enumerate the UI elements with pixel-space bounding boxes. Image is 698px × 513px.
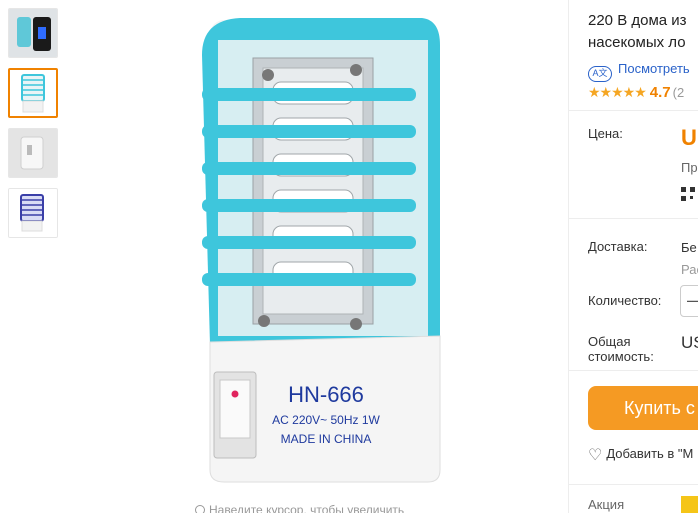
add-to-wishlist-link[interactable]: ♡ Добавить в "М: [588, 445, 693, 465]
product-title: 220 В дома из насекомых ло: [588, 12, 687, 51]
total-label: Общая стоимость:: [588, 334, 654, 364]
thumb-image-1: [9, 9, 57, 57]
thumb-image-4: [9, 189, 57, 237]
review-count: (2: [672, 85, 685, 100]
buy-now-button[interactable]: Купить с: [588, 386, 698, 430]
star-rating-icon: ★★★★★: [588, 84, 647, 100]
rating-row[interactable]: ★★★★★ 4.7 (2: [588, 84, 684, 101]
divider: [568, 484, 698, 485]
divider: [568, 370, 698, 371]
divider: [568, 110, 698, 111]
main-product-image[interactable]: HN-666 AC 220V~ 50Hz 1W MADE IN CHINA: [110, 0, 550, 500]
qr-code-icon[interactable]: [681, 187, 695, 201]
column-divider: [568, 0, 569, 513]
translate-icon: A文: [588, 66, 612, 82]
thumbnail-2[interactable]: [8, 68, 58, 118]
translate-link[interactable]: A文 Посмотреть: [588, 61, 690, 82]
device-spec: AC 220V~ 50Hz 1W: [272, 413, 380, 427]
divider: [568, 218, 698, 219]
thumbnail-list: [8, 8, 58, 248]
shipping-value: Бе: [681, 240, 697, 255]
quantity-decrement-button[interactable]: —: [680, 285, 698, 317]
zoom-hint: Наведите курсор, чтобы увеличить: [195, 503, 404, 513]
thumbnail-4[interactable]: [8, 188, 58, 238]
shipping-subtext: Рас: [681, 262, 698, 277]
shipping-label: Доставка:: [588, 239, 648, 254]
thumbnail-1[interactable]: [8, 8, 58, 58]
promo-label: Акция: [588, 497, 625, 512]
heart-icon: ♡: [588, 447, 603, 464]
promo-badge: [681, 496, 698, 513]
device-model: HN-666: [288, 382, 364, 407]
price-subtext: Пр: [681, 160, 698, 175]
mosquito-killer-device: HN-666 AC 220V~ 50Hz 1W MADE IN CHINA: [202, 18, 441, 483]
price-label: Цена:: [588, 126, 623, 141]
price-value: U: [681, 125, 697, 150]
total-value: US: [681, 333, 698, 352]
quantity-label: Количество:: [588, 293, 662, 308]
device-origin: MADE IN CHINA: [281, 432, 372, 446]
thumb-image-3: [9, 129, 57, 177]
magnifier-icon: [195, 505, 205, 513]
rating-value: 4.7: [649, 84, 671, 101]
thumb-image-2: [10, 70, 56, 116]
thumbnail-3[interactable]: [8, 128, 58, 178]
